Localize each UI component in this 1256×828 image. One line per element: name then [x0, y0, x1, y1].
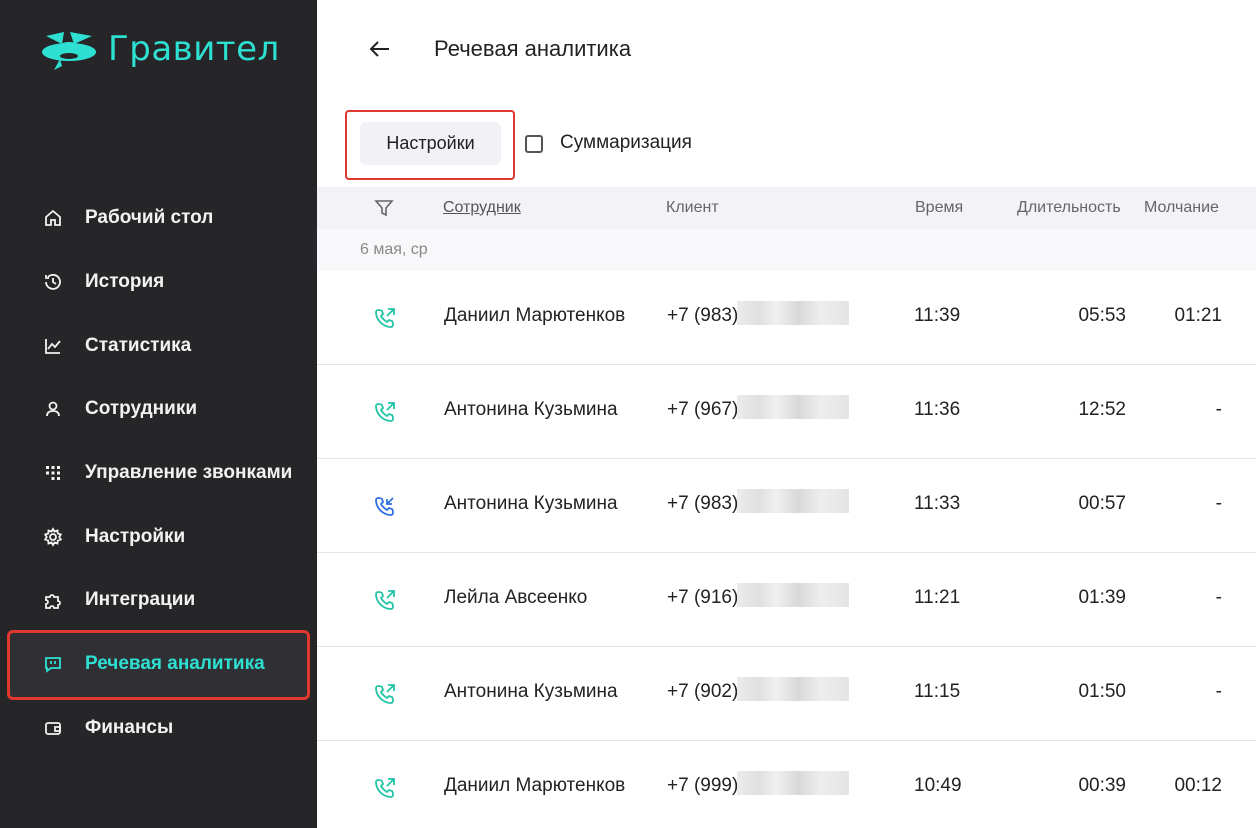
- sidebar-item-label: Рабочий стол: [85, 207, 214, 228]
- sidebar-item-label: Управление звонками: [85, 462, 293, 483]
- call-duration: 05:53: [1078, 305, 1126, 326]
- chart-line-icon: [42, 335, 64, 357]
- call-silence: 00:12: [1174, 775, 1222, 796]
- column-header-client: Клиент: [666, 199, 719, 216]
- blurred-phone-digits: [737, 677, 849, 701]
- logo-text: Гравител: [108, 29, 280, 69]
- summarize-label[interactable]: Суммаризация: [560, 132, 692, 154]
- call-duration: 12:52: [1078, 399, 1126, 420]
- blurred-phone-digits: [737, 771, 849, 795]
- call-duration: 01:50: [1078, 681, 1126, 702]
- call-time: 11:36: [914, 399, 961, 420]
- settings-button[interactable]: Настройки: [360, 122, 501, 165]
- outgoing-call-icon: [373, 306, 397, 330]
- table-header: Сотрудник Клиент Время Длительность Молч…: [317, 187, 1256, 229]
- user-icon: [42, 398, 64, 420]
- puzzle-icon: [42, 589, 64, 611]
- sidebar-item-label: Настройки: [85, 526, 186, 547]
- employee-name[interactable]: Антонина Кузьмина: [444, 399, 618, 421]
- client-phone: +7 (967): [667, 399, 739, 420]
- client-phone: +7 (916): [667, 587, 739, 608]
- call-silence: -: [1215, 399, 1222, 420]
- logo-icon: [42, 32, 96, 70]
- sidebar: Гравител Рабочий стол История Статистика…: [0, 0, 317, 828]
- outgoing-call-icon: [373, 776, 397, 800]
- gear-icon: [42, 526, 64, 548]
- logo[interactable]: Гравител: [40, 26, 280, 72]
- call-silence: 01:21: [1174, 305, 1222, 326]
- outgoing-call-icon: [373, 400, 397, 424]
- call-time: 11:15: [914, 681, 961, 702]
- employee-name[interactable]: Лейла Авсеенко: [444, 587, 587, 609]
- call-silence: -: [1215, 587, 1222, 608]
- column-header-duration: Длительность: [1017, 199, 1121, 216]
- call-time: 11:39: [914, 305, 961, 326]
- column-header-time: Время: [915, 199, 964, 216]
- home-icon: [42, 207, 64, 229]
- client-phone: +7 (999): [667, 775, 739, 796]
- date-group-header: 6 мая, ср: [317, 229, 1256, 271]
- call-silence: -: [1215, 681, 1222, 702]
- table-row[interactable]: Антонина Кузьмина +7 (983) 11:33 00:57 -: [317, 459, 1256, 553]
- sidebar-item-label: Речевая аналитика: [85, 653, 265, 674]
- blurred-phone-digits: [737, 583, 849, 607]
- sidebar-item-label: История: [85, 271, 165, 292]
- filter-icon[interactable]: [373, 197, 395, 219]
- sidebar-item-statistics[interactable]: Статистика: [0, 314, 317, 378]
- call-time: 11:33: [914, 493, 961, 514]
- sidebar-item-employees[interactable]: Сотрудники: [0, 377, 317, 441]
- wallet-icon: [42, 717, 64, 739]
- sidebar-item-label: Интеграции: [85, 589, 196, 610]
- outgoing-call-icon: [373, 682, 397, 706]
- employee-name[interactable]: Антонина Кузьмина: [444, 681, 618, 703]
- date-group-label: 6 мая, ср: [360, 241, 428, 258]
- main-content: Речевая аналитика Настройки Суммаризация…: [317, 0, 1256, 828]
- history-icon: [42, 271, 64, 293]
- dialpad-icon: [42, 462, 64, 484]
- sidebar-item-settings[interactable]: Настройки: [0, 505, 317, 569]
- call-duration: 00:57: [1078, 493, 1126, 514]
- summarize-checkbox[interactable]: [525, 135, 543, 153]
- call-time: 11:21: [914, 587, 961, 608]
- employee-name[interactable]: Даниил Марютенков: [444, 305, 625, 327]
- client-phone: +7 (983): [667, 305, 739, 326]
- outgoing-call-icon: [373, 588, 397, 612]
- sidebar-item-speech-analytics[interactable]: Речевая аналитика: [0, 632, 317, 696]
- sidebar-item-label: Сотрудники: [85, 398, 198, 419]
- incoming-call-icon: [373, 494, 397, 518]
- blurred-phone-digits: [737, 301, 849, 325]
- column-header-employee[interactable]: Сотрудник: [443, 199, 521, 217]
- table-row[interactable]: Даниил Марютенков +7 (999) 10:49 00:39 00:12: [317, 741, 1256, 828]
- blurred-phone-digits: [737, 395, 849, 419]
- employee-name[interactable]: Антонина Кузьмина: [444, 493, 618, 515]
- table-row[interactable]: Антонина Кузьмина +7 (902) 11:15 01:50 -: [317, 647, 1256, 741]
- table-row[interactable]: Лейла Авсеенко +7 (916) 11:21 01:39 -: [317, 553, 1256, 647]
- employee-name[interactable]: Даниил Марютенков: [444, 775, 625, 797]
- blurred-phone-digits: [737, 489, 849, 513]
- back-arrow-icon[interactable]: [367, 36, 393, 62]
- table-row[interactable]: Даниил Марютенков +7 (983) 11:39 05:53 01:21: [317, 271, 1256, 365]
- client-phone: +7 (902): [667, 681, 739, 702]
- sidebar-item-label: Статистика: [85, 335, 192, 356]
- speech-bubble-icon: [42, 653, 64, 675]
- column-header-silence: Молчание: [1144, 199, 1219, 216]
- call-duration: 00:39: [1078, 775, 1126, 796]
- sidebar-item-label: Финансы: [85, 717, 174, 738]
- client-phone: +7 (983): [667, 493, 739, 514]
- call-duration: 01:39: [1078, 587, 1126, 608]
- call-time: 10:49: [914, 775, 962, 796]
- sidebar-item-history[interactable]: История: [0, 250, 317, 314]
- sidebar-item-finance[interactable]: Финансы: [0, 696, 317, 760]
- sidebar-item-desktop[interactable]: Рабочий стол: [0, 186, 317, 250]
- page-title: Речевая аналитика: [434, 36, 632, 61]
- sidebar-item-integrations[interactable]: Интеграции: [0, 568, 317, 632]
- table-row[interactable]: Антонина Кузьмина +7 (967) 11:36 12:52 -: [317, 365, 1256, 459]
- call-silence: -: [1215, 493, 1222, 514]
- sidebar-item-call-management[interactable]: Управление звонками: [0, 441, 317, 505]
